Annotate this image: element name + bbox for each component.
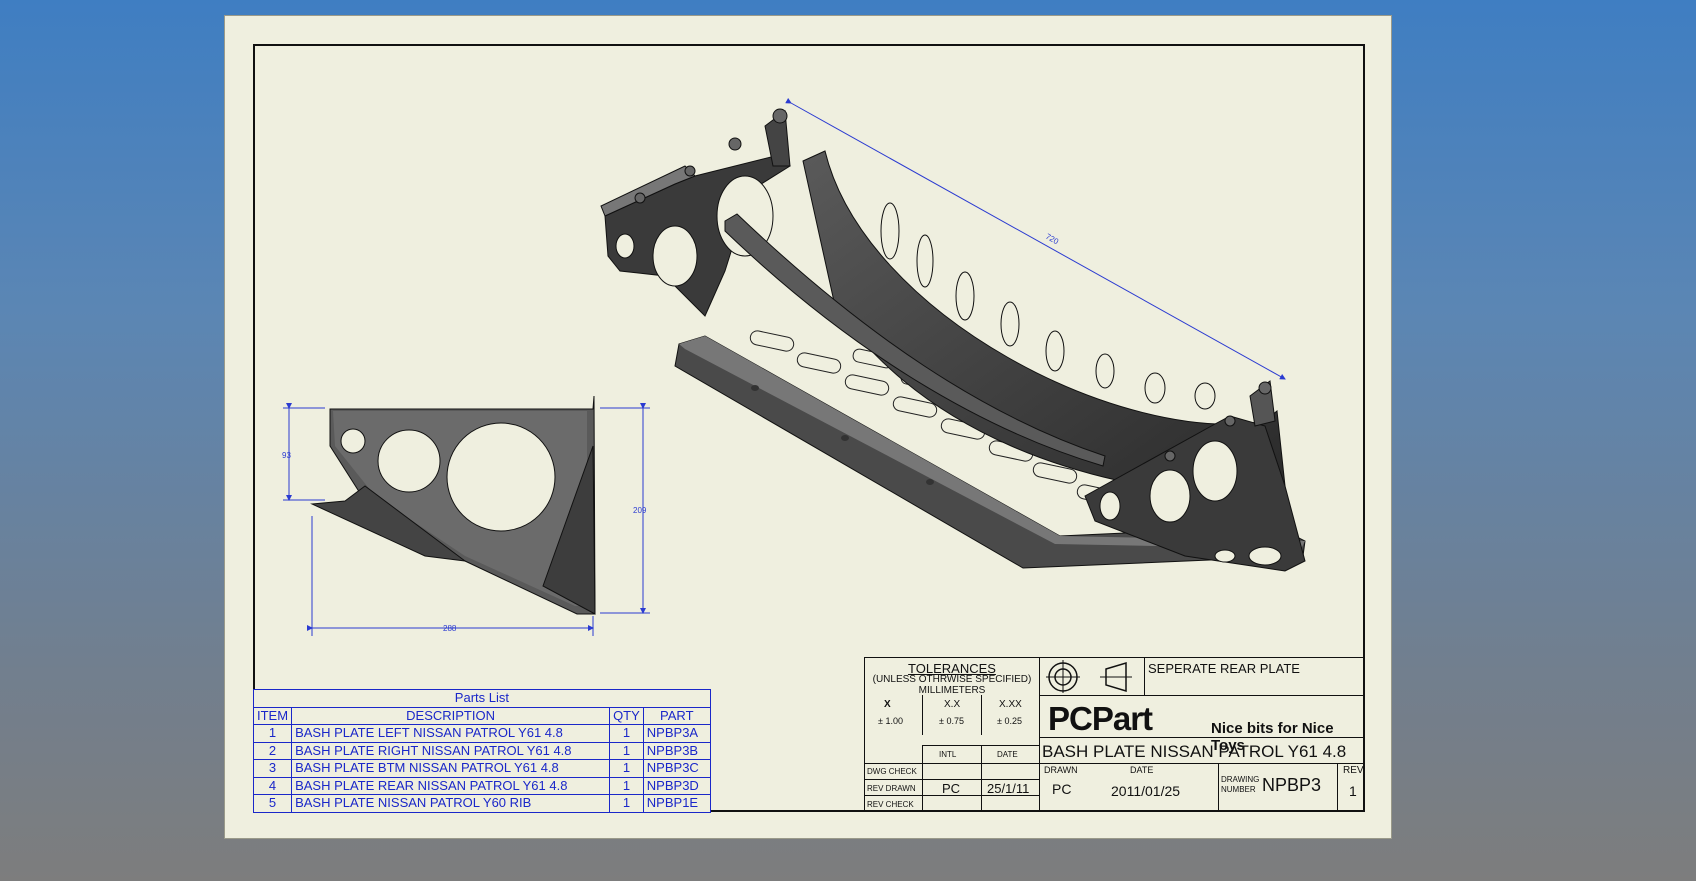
rev-check-label: REV CHECK [867, 800, 914, 809]
header-item: ITEM [252, 706, 293, 725]
rev-drawn-label: REV DRAWN [867, 784, 916, 793]
side-view: 93 209 288 [282, 395, 650, 636]
drawn-label: DRAWN [1044, 765, 1078, 775]
third-angle-projection-icon [1046, 660, 1132, 693]
table-row: 4 BASH PLATE REAR NISSAN PATROL Y61 4.8 … [252, 776, 711, 795]
intl-header: INTL [939, 750, 957, 759]
drawing-sheet: 720 93 209 288 Parts List ITEM DESCRIPTI… [224, 15, 1392, 839]
row-item: 1 [252, 724, 293, 743]
tolerances-line2: MILLIMETERS [918, 685, 986, 696]
row-item: 5 [252, 794, 293, 813]
parts-list-table: Parts List ITEM DESCRIPTION QTY PART 1 B… [252, 689, 711, 813]
dim-93: 93 [282, 451, 291, 460]
tol-x-value: ± 1.00 [878, 716, 903, 726]
row-qty: 1 [609, 724, 644, 743]
row-qty: 1 [609, 759, 644, 778]
header-part: PART [642, 706, 711, 725]
drawing-number: NPBP3 [1262, 775, 1322, 795]
tol-xx-value: ± 0.75 [939, 716, 964, 726]
table-row: 2 BASH PLATE RIGHT NISSAN PATROL Y61 4.8… [252, 741, 711, 760]
dim-720: 720 [1044, 232, 1061, 247]
tolerances-line1: (UNLESS OTHRWISE SPECIFIED) [872, 674, 1032, 685]
row-description: BASH PLATE REAR NISSAN PATROL Y61 4.8 [291, 776, 611, 795]
row-qty: 1 [609, 741, 644, 760]
table-row: 3 BASH PLATE BTM NISSAN PATROL Y61 4.8 1… [252, 759, 711, 778]
date-label: DATE [1130, 765, 1154, 775]
tol-x-label: X [884, 699, 891, 710]
drawing-number-label-2: NUMBER [1221, 785, 1256, 794]
date-header: DATE [997, 750, 1018, 759]
drawing-date: 2011/01/25 [1111, 783, 1181, 799]
row-description: BASH PLATE NISSAN PATROL Y60 RIB [291, 794, 611, 813]
row-part: NPBP3C [642, 759, 711, 778]
table-row: 1 BASH PLATE LEFT NISSAN PATROL Y61 4.8 … [252, 724, 711, 743]
row-description: BASH PLATE RIGHT NISSAN PATROL Y61 4.8 [291, 741, 611, 760]
row-description: BASH PLATE BTM NISSAN PATROL Y61 4.8 [291, 759, 611, 778]
header-description: DESCRIPTION [291, 706, 611, 725]
company-logo: PCPart [1048, 700, 1153, 737]
row-part: NPBP3D [642, 776, 711, 795]
row-part: NPBP1E [642, 794, 711, 813]
title-block: TOLERANCES (UNLESS OTHRWISE SPECIFIED) M… [864, 657, 1365, 812]
rev-number: 1 [1349, 783, 1357, 799]
tol-xxx-label: X.XX [999, 699, 1022, 710]
row-item: 4 [252, 776, 293, 795]
dwg-check-label: DWG CHECK [867, 767, 917, 776]
header-qty: QTY [609, 706, 644, 725]
tol-xxx-value: ± 0.25 [997, 716, 1022, 726]
row-description: BASH PLATE LEFT NISSAN PATROL Y61 4.8 [291, 724, 611, 743]
row-qty: 1 [609, 776, 644, 795]
rev-drawn-date: 25/1/11 [987, 781, 1030, 796]
dim-288: 288 [443, 624, 457, 633]
drawing-title: BASH PLATE NISSAN PATROL Y61 4.8 [1042, 742, 1347, 761]
dim-209: 209 [633, 506, 647, 515]
isometric-view: 720 [600, 97, 1306, 572]
rev-label: REV [1343, 765, 1364, 776]
row-item: 3 [252, 759, 293, 778]
row-part: NPBP3B [642, 741, 711, 760]
table-row: 5 BASH PLATE NISSAN PATROL Y60 RIB 1 NPB… [252, 794, 711, 813]
row-part: NPBP3A [642, 724, 711, 743]
parts-list-title: Parts List [253, 689, 711, 708]
drawn-by: PC [1052, 781, 1072, 797]
drawing-number-label-1: DRAWING [1221, 775, 1260, 784]
row-item: 2 [252, 741, 293, 760]
note-text: SEPERATE REAR PLATE [1148, 661, 1300, 676]
rev-drawn-intl: PC [942, 781, 961, 796]
row-qty: 1 [609, 794, 644, 813]
tol-xx-label: X.X [944, 699, 961, 710]
